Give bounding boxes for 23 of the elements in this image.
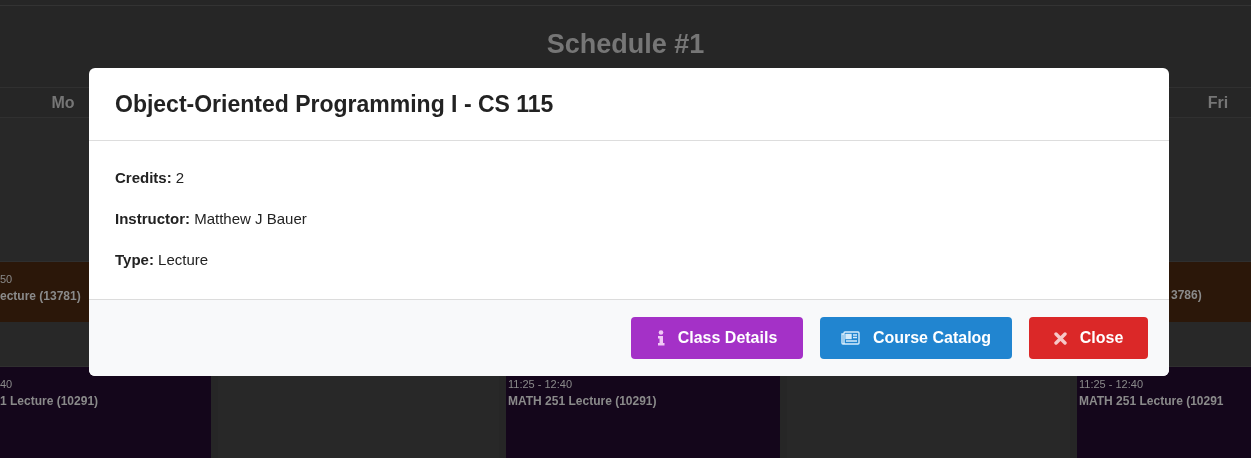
event-title: MATH 251 Lecture (10291) [508,394,657,408]
event-title: 1 Lecture (10291) [0,394,99,408]
day-header: Fri [1207,93,1229,112]
event-time: 11:25 - 12:40 [1079,378,1143,390]
info-icon [656,330,665,346]
detail-line: Credits: 2 [115,168,185,188]
class-event[interactable]: 11:25 - 12:40 MATH 251 Lecture (10291 [1077,367,1251,458]
close-button[interactable]: Close [1029,317,1148,359]
close-icon [1053,331,1067,345]
event-title: ecture (13781) [0,289,81,303]
event-time: 11:25 - 12:40 [508,378,572,390]
event-title: MATH 251 Lecture (10291 [1079,394,1224,408]
course-catalog-button[interactable]: Course Catalog [820,317,1012,359]
newspaper-icon [840,331,860,345]
day-header: Mo [51,93,75,112]
class-details-button[interactable]: Class Details [631,317,803,359]
event-title: 3786) [1171,288,1202,302]
event-time: 50 [0,273,13,285]
detail-line: Instructor: Matthew J Bauer [115,209,307,229]
dialog-title: Object-Oriented Programming I - CS 115 [115,90,554,118]
detail-line: Type: Lecture [115,250,209,270]
class-event[interactable]: 40 1 Lecture (10291) [0,367,211,458]
event-time: 40 [0,378,13,390]
